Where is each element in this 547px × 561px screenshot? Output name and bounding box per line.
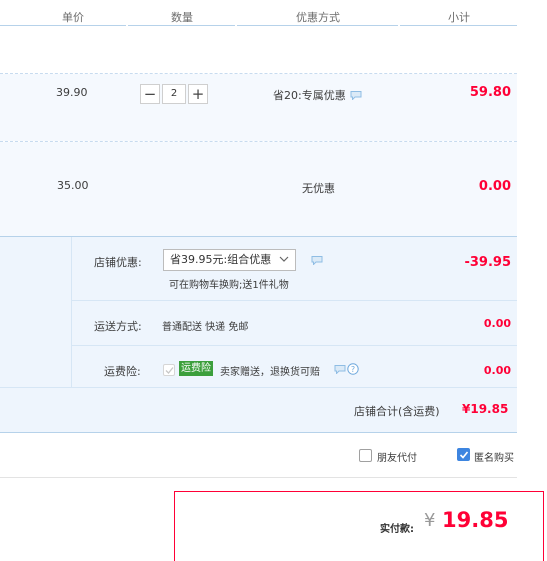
insurance-tag: 运费险 <box>179 361 213 376</box>
header-divider <box>400 25 517 26</box>
shop-discount-selected: 省39.95元:组合优惠 <box>170 253 272 266</box>
header-subtotal: 小计 <box>448 11 470 24</box>
row-divider <box>0 73 517 74</box>
section-divider <box>0 432 517 433</box>
item-promo: 省20:专属优惠 <box>273 89 346 102</box>
shop-discount-label: 店铺优惠: <box>94 256 142 269</box>
header-divider <box>0 25 126 26</box>
order-table-header: 单价 数量 优惠方式 小计 <box>0 0 547 26</box>
payment-amount: 19.85 <box>442 508 509 532</box>
chat-icon[interactable] <box>334 365 346 374</box>
chat-icon[interactable] <box>311 256 323 265</box>
header-divider <box>128 25 235 26</box>
shop-discount-select[interactable]: 省39.95元:组合优惠 <box>163 249 296 271</box>
anonymous-label[interactable]: 匿名购买 <box>474 449 514 464</box>
insurance-text: 卖家赠送，退换货可赔 <box>220 367 320 378</box>
increase-quantity-button[interactable]: + <box>188 84 208 104</box>
shipping-amount: 0.00 <box>483 317 511 330</box>
insurance-amount: 0.00 <box>483 364 511 377</box>
shipping-method-value: 普通配送 快递 免邮 <box>162 322 249 333</box>
check-icon <box>459 451 469 459</box>
panel-divider <box>0 387 517 388</box>
payment-label: 实付款: <box>380 524 414 535</box>
header-promo: 优惠方式 <box>296 11 340 24</box>
anonymous-checkbox[interactable] <box>457 448 470 461</box>
chevron-down-icon <box>279 256 289 262</box>
item-subtotal: 0.00 <box>478 179 511 194</box>
header-quantity: 数量 <box>171 11 193 24</box>
decrease-quantity-button[interactable]: − <box>140 84 160 104</box>
item-subtotal: 59.80 <box>469 85 511 100</box>
header-unit-price: 单价 <box>62 11 84 24</box>
friend-pay-checkbox[interactable] <box>359 449 372 462</box>
panel-divider <box>71 237 72 387</box>
help-icon[interactable]: ? <box>347 363 359 375</box>
panel-divider <box>72 300 517 301</box>
item-unit-price: 35.00 <box>57 179 89 192</box>
quantity-stepper: − 2 + <box>140 84 208 104</box>
header-divider <box>237 25 398 26</box>
shop-total-amount: ¥19.85 <box>462 402 509 416</box>
shipping-method-label: 运送方式: <box>94 320 142 333</box>
shop-total-label: 店铺合计(含运费) <box>354 405 440 418</box>
shipping-insurance-label: 运费险: <box>104 365 141 378</box>
section-divider <box>0 477 517 478</box>
panel-divider <box>72 345 517 346</box>
friend-pay-label[interactable]: 朋友代付 <box>377 449 417 464</box>
payment-currency: ¥ <box>424 510 436 531</box>
insurance-checkbox[interactable] <box>163 364 175 376</box>
svg-text:?: ? <box>351 365 355 374</box>
chat-icon[interactable] <box>350 91 362 100</box>
plus-icon: + <box>191 84 205 103</box>
payment-summary-box: 实付款: ¥ 19.85 <box>174 491 544 561</box>
shop-discount-amount: -39.95 <box>464 255 511 270</box>
shop-discount-note: 可在购物车换购;送1件礼物 <box>169 280 289 291</box>
check-icon <box>165 367 174 374</box>
quantity-input[interactable]: 2 <box>162 84 186 104</box>
minus-icon: − <box>143 84 157 103</box>
item-unit-price: 39.90 <box>56 86 88 99</box>
item-promo: 无优惠 <box>302 182 335 195</box>
